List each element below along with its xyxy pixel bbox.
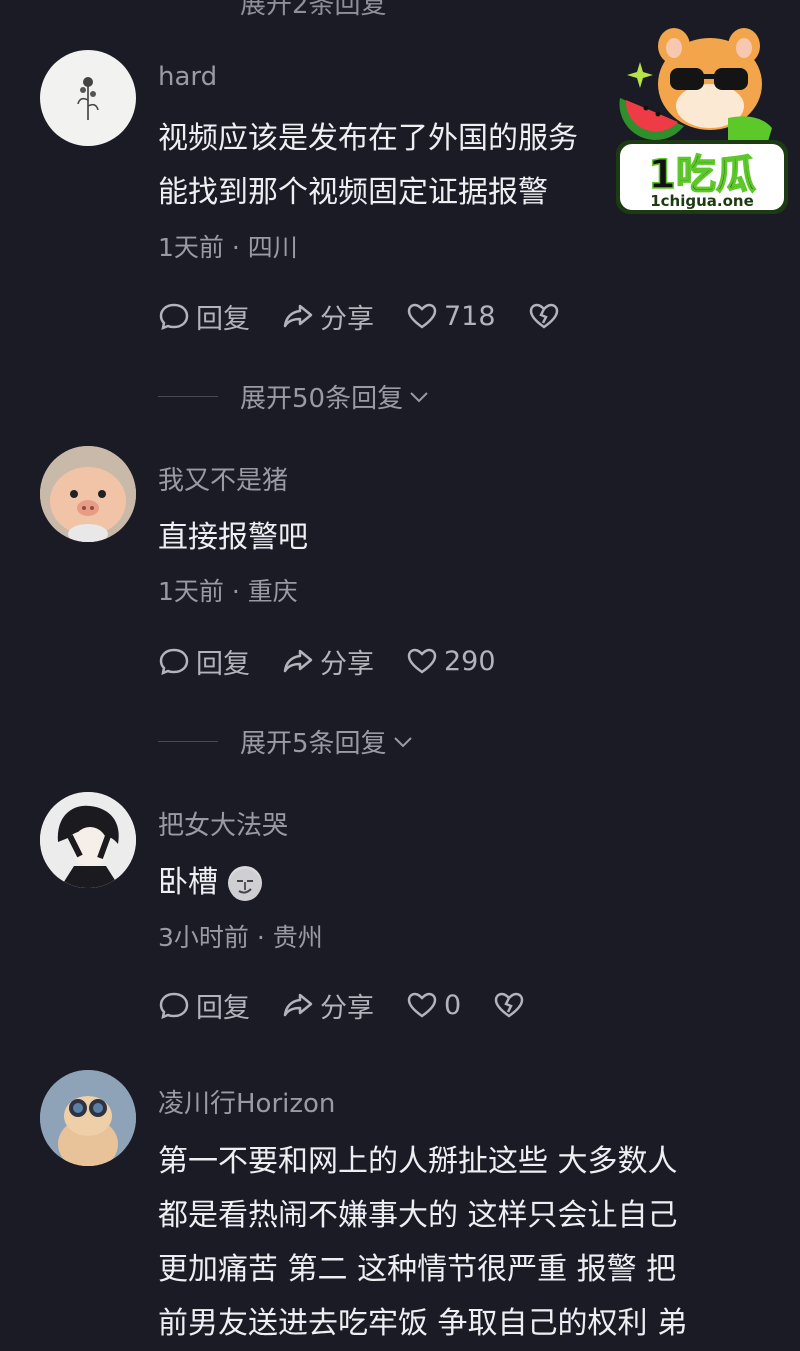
heart-icon bbox=[407, 303, 437, 329]
avatar[interactable] bbox=[40, 446, 136, 542]
action-bar: 回复 分享 0 bbox=[158, 985, 563, 1025]
avatar[interactable] bbox=[40, 792, 136, 888]
watermark-logo: 1吃瓜 1chigua.one bbox=[612, 22, 792, 227]
comment-meta: 1天前 · 重庆 bbox=[158, 577, 298, 606]
username[interactable]: 凌川行Horizon bbox=[158, 1083, 335, 1120]
broken-heart-icon bbox=[494, 992, 524, 1018]
heart-icon bbox=[407, 648, 437, 674]
comment-line: 都是看热闹不嫌事大的 这样只会让自己 bbox=[158, 1198, 678, 1233]
reply-label: 回复 bbox=[196, 303, 250, 335]
reply-label: 回复 bbox=[196, 648, 250, 680]
reply-button[interactable]: 回复 bbox=[158, 297, 250, 336]
action-bar: 回复 分享 718 bbox=[158, 296, 598, 336]
share-label: 分享 bbox=[320, 992, 374, 1024]
watermark-site: 1chigua.one bbox=[650, 192, 754, 210]
divider bbox=[158, 396, 218, 397]
avatar[interactable] bbox=[40, 50, 136, 146]
username[interactable]: 把女大法哭 bbox=[158, 805, 288, 842]
expand-label: 展开50条回复 bbox=[240, 384, 404, 414]
share-icon bbox=[283, 993, 313, 1017]
comment-meta: 1天前 · 四川 bbox=[158, 233, 298, 262]
like-button[interactable]: 718 bbox=[406, 300, 496, 332]
reply-icon bbox=[159, 648, 189, 676]
reply-icon bbox=[159, 992, 189, 1020]
share-label: 分享 bbox=[320, 303, 374, 335]
share-button[interactable]: 分享 bbox=[282, 986, 374, 1025]
like-count: 718 bbox=[444, 300, 496, 332]
reply-button[interactable]: 回复 bbox=[158, 642, 250, 681]
chevron-down-icon bbox=[410, 391, 428, 402]
comment-line: 第一不要和网上的人掰扯这些 大多数人 bbox=[158, 1144, 678, 1179]
share-label: 分享 bbox=[320, 648, 374, 680]
like-button[interactable]: 0 bbox=[406, 989, 461, 1021]
avatar[interactable] bbox=[40, 1070, 136, 1166]
broken-heart-icon bbox=[529, 303, 558, 329]
share-button[interactable]: 分享 bbox=[282, 297, 374, 336]
comment-text: 直接报警吧 bbox=[158, 511, 758, 565]
dislike-button[interactable] bbox=[528, 300, 566, 332]
comment-line: 直接报警吧 bbox=[158, 520, 308, 555]
comment-meta: 3小时前 · 贵州 bbox=[158, 923, 323, 952]
reply-icon bbox=[159, 303, 189, 331]
chevron-down-icon bbox=[393, 736, 412, 747]
heart-icon bbox=[407, 992, 437, 1018]
divider bbox=[158, 741, 218, 742]
like-count: 0 bbox=[444, 989, 462, 1021]
share-button[interactable]: 分享 bbox=[282, 642, 374, 681]
reply-button[interactable]: 回复 bbox=[158, 986, 250, 1025]
comment-line: 前男友送进去吃牢饭 争取自己的权利 弟 bbox=[158, 1306, 688, 1341]
comment-text: 第一不要和网上的人掰扯这些 大多数人 都是看热闹不嫌事大的 这样只会让自己 更加… bbox=[158, 1135, 758, 1351]
comment-text: 卧槽 bbox=[158, 856, 758, 910]
username[interactable]: hard bbox=[158, 62, 217, 92]
share-icon bbox=[283, 304, 313, 328]
comment-line: 卧槽 bbox=[158, 865, 218, 900]
share-icon bbox=[283, 649, 313, 673]
like-count: 290 bbox=[444, 645, 496, 677]
expand-replies-button[interactable]: 展开50条回复 bbox=[158, 378, 431, 415]
reply-label: 回复 bbox=[196, 992, 250, 1024]
like-button[interactable]: 290 bbox=[406, 645, 496, 677]
username[interactable]: 我又不是猪 bbox=[158, 460, 288, 497]
action-bar: 回复 分享 290 bbox=[158, 641, 528, 681]
expand-replies-button[interactable]: 展开5条回复 bbox=[158, 723, 415, 760]
smirk-emoji-icon bbox=[228, 866, 262, 901]
dislike-button[interactable] bbox=[493, 989, 531, 1021]
comment-line: 更加痛苦 第二 这种情节很严重 报警 把 bbox=[158, 1252, 677, 1287]
collapsed-replies-link[interactable]: 展开2条回复 bbox=[240, 0, 387, 21]
expand-label: 展开5条回复 bbox=[240, 729, 387, 759]
